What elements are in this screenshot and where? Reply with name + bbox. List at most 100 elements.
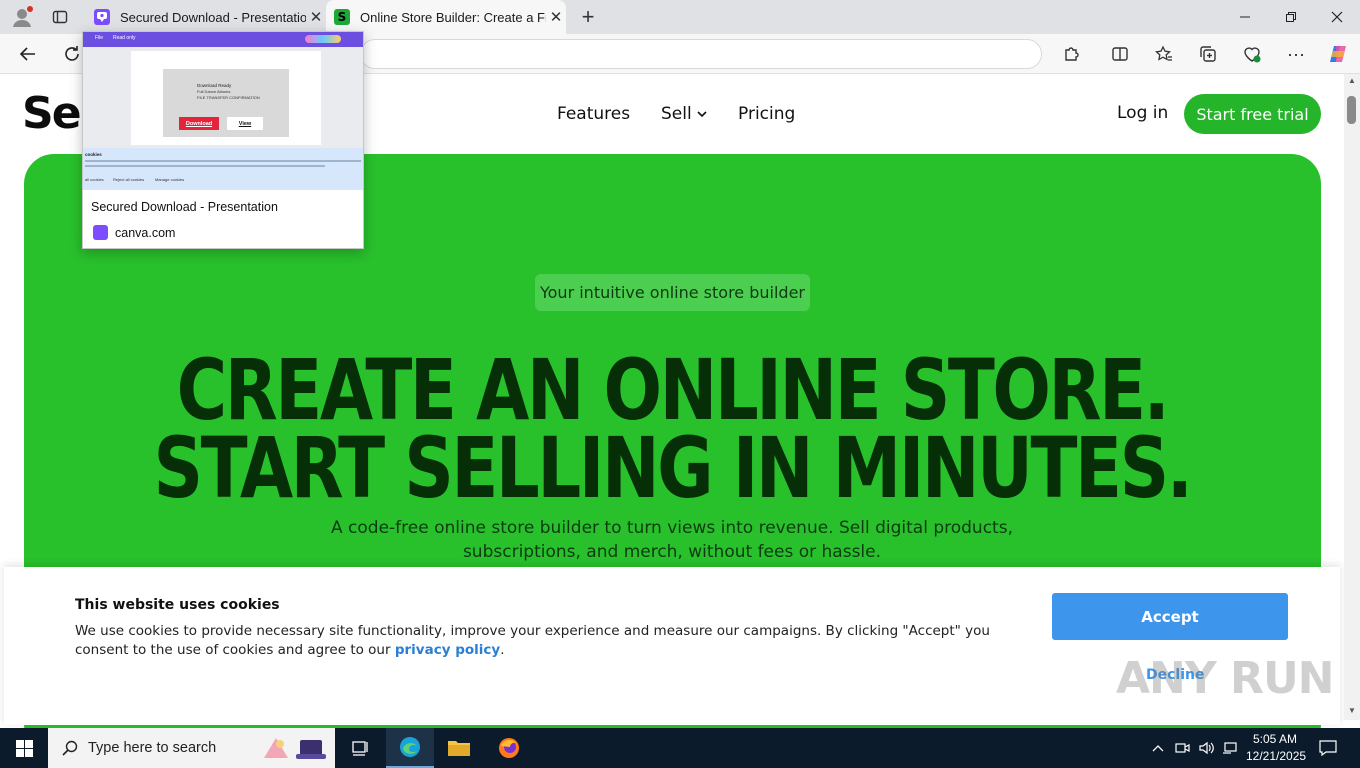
task-view-icon (352, 741, 368, 756)
thumb-menu-file: File (95, 35, 104, 41)
collections-button[interactable] (1194, 40, 1222, 68)
thumb-doc-line-1: Full Dance Albums (197, 89, 231, 94)
thumb-menubar: File Read only (83, 32, 363, 47)
folder-icon (448, 741, 470, 756)
edge-icon (400, 737, 420, 757)
nav-sell-label: Sell (661, 104, 692, 124)
close-window-button[interactable] (1322, 5, 1352, 29)
favorites-icon (1155, 45, 1172, 61)
search-icon (62, 740, 78, 756)
thumb-view-button: View (227, 117, 263, 130)
thumb-cookie-banner: cookies all cookies Reject all cookies M… (83, 148, 363, 190)
notification-icon (1319, 740, 1337, 756)
back-button[interactable] (14, 40, 42, 68)
refresh-icon (65, 46, 79, 61)
privacy-policy-link[interactable]: privacy policy (395, 642, 500, 658)
restore-button[interactable] (1276, 5, 1306, 29)
clock-time: 5:05 AM (1252, 732, 1298, 746)
tab-strip: Secured Download - Presentation ✕ S Onli… (0, 0, 1360, 34)
scroll-down-icon[interactable]: ▼ (1348, 706, 1356, 715)
search-placeholder: Type here to search (88, 740, 217, 756)
profile-icon (13, 6, 33, 27)
preview-domain-row: canva.com (93, 225, 175, 240)
tab-actions-button[interactable] (48, 5, 72, 29)
tab-hover-preview: File Read only Download Ready Full Dance… (82, 31, 364, 249)
hero-subtitle: A code-free online store builder to turn… (331, 518, 1013, 562)
network-icon (1223, 742, 1237, 754)
split-screen-icon (1112, 47, 1128, 61)
start-free-trial-button[interactable]: Start free trial (1184, 94, 1321, 134)
favorites-button[interactable] (1150, 40, 1178, 68)
tab-close-icon[interactable]: ✕ (546, 8, 566, 26)
anyrun-watermark: ANY RUN (1116, 653, 1334, 704)
copilot-button[interactable] (1324, 40, 1352, 68)
collections-icon (1200, 46, 1216, 62)
thumb-avatars (305, 35, 341, 43)
taskbar-edge[interactable] (386, 728, 434, 768)
scroll-up-icon[interactable]: ▲ (1348, 76, 1356, 85)
windows-logo-icon (15, 739, 33, 757)
nav-sell[interactable]: Sell (661, 104, 708, 124)
back-arrow-icon (19, 47, 35, 61)
thumb-menu-readonly: Read only (113, 35, 136, 41)
split-screen-button[interactable] (1106, 40, 1134, 68)
tray-meet-button[interactable] (1170, 728, 1194, 768)
nav-pricing[interactable]: Pricing (738, 104, 795, 124)
taskbar-search-box[interactable]: Type here to search (48, 728, 335, 768)
tab-canva[interactable]: Secured Download - Presentation ✕ (86, 0, 326, 34)
clock-date: 12/21/2025 (1246, 749, 1307, 763)
tab-actions-icon (52, 10, 68, 24)
login-link[interactable]: Log in (1117, 103, 1168, 123)
taskbar-clock[interactable]: 5:05 AM 12/21/2025 (1246, 731, 1307, 765)
thumb-doc-title: Download Ready (197, 83, 232, 88)
thumb-page: Download Ready Full Dance Albums FILE TR… (131, 51, 321, 145)
cookie-text: We use cookies to provide necessary site… (75, 622, 1035, 660)
cookie-banner: This website uses cookies We use cookies… (4, 567, 1340, 725)
tray-overflow-button[interactable] (1146, 728, 1170, 768)
windows-taskbar: Type here to search 5:05 AM 12/21/2025 (0, 728, 1360, 768)
new-tab-button[interactable]: + (576, 4, 600, 29)
heart-pulse-icon (1244, 47, 1261, 63)
scrollbar-thumb[interactable] (1347, 96, 1356, 124)
copilot-icon (1330, 46, 1346, 62)
camera-icon (1175, 743, 1190, 753)
task-view-button[interactable] (336, 728, 384, 768)
tab-store-builder[interactable]: S Online Store Builder: Create a Free ✕ (326, 0, 566, 34)
profile-button[interactable] (8, 5, 36, 29)
search-highlight-icon (260, 732, 332, 764)
chevron-down-icon (697, 111, 707, 118)
browser-essentials-button[interactable] (1238, 40, 1266, 68)
tab-title: Secured Download - Presentation (120, 9, 306, 25)
hero-pill-badge: Your intuitive online store builder (535, 274, 810, 311)
vertical-scrollbar[interactable]: ▲ ▼ (1344, 74, 1360, 720)
thumb-cookies-heading: cookies (85, 152, 102, 157)
taskbar-firefox[interactable] (485, 728, 533, 768)
address-bar[interactable] (360, 39, 1042, 69)
minimize-button[interactable] (1230, 5, 1260, 29)
nav-features[interactable]: Features (557, 104, 630, 124)
minimize-icon (1240, 16, 1250, 18)
tray-network-button[interactable] (1218, 728, 1242, 768)
thumb-cookie-line (85, 165, 325, 167)
canva-favicon-icon (94, 9, 110, 25)
thumb-cookie-btn-1: all cookies (85, 177, 104, 182)
firefox-icon (499, 738, 519, 758)
cookie-body: We use cookies to provide necessary site… (75, 623, 990, 658)
taskbar-file-explorer[interactable] (435, 728, 483, 768)
settings-more-button[interactable]: ··· (1282, 40, 1310, 68)
cookie-period: . (500, 642, 505, 658)
extensions-button[interactable] (1058, 40, 1086, 68)
tab-title: Online Store Builder: Create a Free (360, 9, 546, 25)
plus-icon: + (581, 4, 595, 29)
restore-icon (1286, 12, 1296, 22)
thumb-cookie-btn-3: Manage cookies (155, 177, 185, 182)
notifications-button[interactable] (1310, 728, 1346, 768)
thumb-card: Download Ready Full Dance Albums FILE TR… (163, 69, 289, 137)
accept-cookies-button[interactable]: Accept (1052, 593, 1288, 640)
tab-close-icon[interactable]: ✕ (306, 8, 326, 26)
tray-volume-button[interactable] (1194, 728, 1218, 768)
speaker-icon (1199, 741, 1214, 755)
start-button[interactable] (0, 728, 48, 768)
preview-title: Secured Download - Presentation (91, 200, 278, 214)
canva-favicon-icon (93, 225, 108, 240)
